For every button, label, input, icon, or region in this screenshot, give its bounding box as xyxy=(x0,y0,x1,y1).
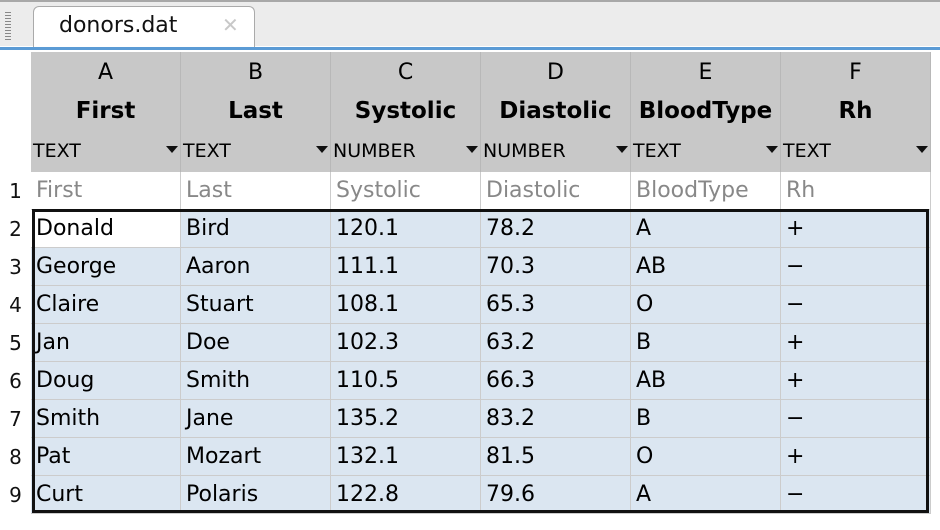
table-cell[interactable]: 120.1 xyxy=(331,210,481,248)
table-cell[interactable]: 108.1 xyxy=(331,286,481,324)
table-cell[interactable]: + xyxy=(781,210,931,248)
table-cell[interactable]: 132.1 xyxy=(331,438,481,476)
table-cell[interactable]: O xyxy=(631,438,781,476)
column-letter: C xyxy=(397,60,414,85)
tab-label: donors.dat xyxy=(59,13,178,38)
table-cell[interactable]: Curt xyxy=(31,476,181,514)
table-cell[interactable]: 111.1 xyxy=(331,248,481,286)
column-name: Diastolic xyxy=(499,98,612,124)
column-type-select[interactable]: NUMBER xyxy=(483,140,566,162)
table-cell[interactable]: B xyxy=(631,324,781,362)
table-cell[interactable]: + xyxy=(781,438,931,476)
row-header[interactable]: 6 xyxy=(0,362,31,400)
table-cell[interactable]: 65.3 xyxy=(481,286,631,324)
chevron-down-icon[interactable] xyxy=(316,146,328,153)
table-cell[interactable]: 79.6 xyxy=(481,476,631,514)
column-name: First xyxy=(75,98,136,124)
table-cell[interactable]: 70.3 xyxy=(481,248,631,286)
table-cell[interactable]: A xyxy=(631,210,781,248)
header-row-cell[interactable]: Rh xyxy=(781,172,931,210)
column-letter: D xyxy=(547,60,564,85)
column-type-select[interactable]: TEXT xyxy=(183,140,231,162)
table-cell[interactable]: Polaris xyxy=(181,476,331,514)
table-cell[interactable]: − xyxy=(781,476,931,514)
row-header[interactable]: 3 xyxy=(0,248,31,286)
table-cell[interactable]: − xyxy=(781,400,931,438)
row-header[interactable]: 7 xyxy=(0,400,31,438)
column-type-select[interactable]: TEXT xyxy=(633,140,681,162)
table-cell[interactable]: 63.2 xyxy=(481,324,631,362)
table-cell[interactable]: 110.5 xyxy=(331,362,481,400)
drag-grip-icon[interactable] xyxy=(5,12,11,42)
chevron-down-icon[interactable] xyxy=(166,146,178,153)
table-cell[interactable]: A xyxy=(631,476,781,514)
column-letter: A xyxy=(97,60,114,85)
row-header[interactable]: 1 xyxy=(0,172,31,210)
table-cell[interactable]: AB xyxy=(631,362,781,400)
column-header-a[interactable]: A First TEXT xyxy=(31,52,181,172)
table-cell[interactable]: George xyxy=(31,248,181,286)
column-type-select[interactable]: TEXT xyxy=(33,140,81,162)
close-icon[interactable]: ✕ xyxy=(222,13,239,37)
table-cell[interactable]: Doe xyxy=(181,324,331,362)
row-header[interactable]: 2 xyxy=(0,210,31,248)
header-row-cell[interactable]: Systolic xyxy=(331,172,481,210)
table-cell[interactable]: Mozart xyxy=(181,438,331,476)
chevron-down-icon[interactable] xyxy=(616,146,628,153)
chevron-down-icon[interactable] xyxy=(466,146,478,153)
table-cell[interactable]: − xyxy=(781,248,931,286)
column-type-select[interactable]: NUMBER xyxy=(333,140,416,162)
table-cell[interactable]: Aaron xyxy=(181,248,331,286)
column-letter: F xyxy=(849,60,862,85)
table-cell[interactable]: 102.3 xyxy=(331,324,481,362)
column-header-f[interactable]: F Rh TEXT xyxy=(781,52,931,172)
column-type-select[interactable]: TEXT xyxy=(783,140,831,162)
tab-donors-dat[interactable]: donors.dat ✕ xyxy=(33,6,255,50)
table-cell[interactable]: 81.5 xyxy=(481,438,631,476)
table-cell[interactable]: Bird xyxy=(181,210,331,248)
table-cell[interactable]: 83.2 xyxy=(481,400,631,438)
header-row-cell[interactable]: First xyxy=(31,172,181,210)
table-cell[interactable]: Pat xyxy=(31,438,181,476)
column-name: BloodType xyxy=(638,98,773,124)
column-name: Systolic xyxy=(354,98,457,124)
table-cell[interactable]: 122.8 xyxy=(331,476,481,514)
table-cell[interactable]: Smith xyxy=(181,362,331,400)
column-letter: E xyxy=(698,60,713,85)
row-header[interactable]: 5 xyxy=(0,324,31,362)
column-header-e[interactable]: E BloodType TEXT xyxy=(631,52,781,172)
table-cell[interactable]: Doug xyxy=(31,362,181,400)
table-cell[interactable]: 78.2 xyxy=(481,210,631,248)
row-header[interactable]: 9 xyxy=(0,476,31,514)
column-letter: B xyxy=(247,60,264,85)
tab-bar: donors.dat ✕ xyxy=(0,0,940,50)
column-header-d[interactable]: D Diastolic NUMBER xyxy=(481,52,631,172)
column-header-b[interactable]: B Last TEXT xyxy=(181,52,331,172)
table-cell[interactable]: − xyxy=(781,286,931,324)
chevron-down-icon[interactable] xyxy=(916,146,928,153)
header-row-cell[interactable]: Diastolic xyxy=(481,172,631,210)
header-row-cell[interactable]: Last xyxy=(181,172,331,210)
table-cell[interactable]: 66.3 xyxy=(481,362,631,400)
table-cell[interactable]: Claire xyxy=(31,286,181,324)
table-cell[interactable]: Donald xyxy=(31,210,181,248)
table-cell[interactable]: Smith xyxy=(31,400,181,438)
table-cell[interactable]: O xyxy=(631,286,781,324)
tab-underline xyxy=(0,47,940,50)
row-header[interactable]: 4 xyxy=(0,286,31,324)
chevron-down-icon[interactable] xyxy=(766,146,778,153)
table-cell[interactable]: + xyxy=(781,362,931,400)
column-name: Rh xyxy=(838,98,873,124)
table-cell[interactable]: 135.2 xyxy=(331,400,481,438)
column-name: Last xyxy=(228,98,283,124)
table-cell[interactable]: Stuart xyxy=(181,286,331,324)
table-cell[interactable]: + xyxy=(781,324,931,362)
header-row-cell[interactable]: BloodType xyxy=(631,172,781,210)
table-cell[interactable]: Jane xyxy=(181,400,331,438)
column-header-c[interactable]: C Systolic NUMBER xyxy=(331,52,481,172)
table-cell[interactable]: B xyxy=(631,400,781,438)
table-cell[interactable]: Jan xyxy=(31,324,181,362)
table-cell[interactable]: AB xyxy=(631,248,781,286)
row-header[interactable]: 8 xyxy=(0,438,31,476)
